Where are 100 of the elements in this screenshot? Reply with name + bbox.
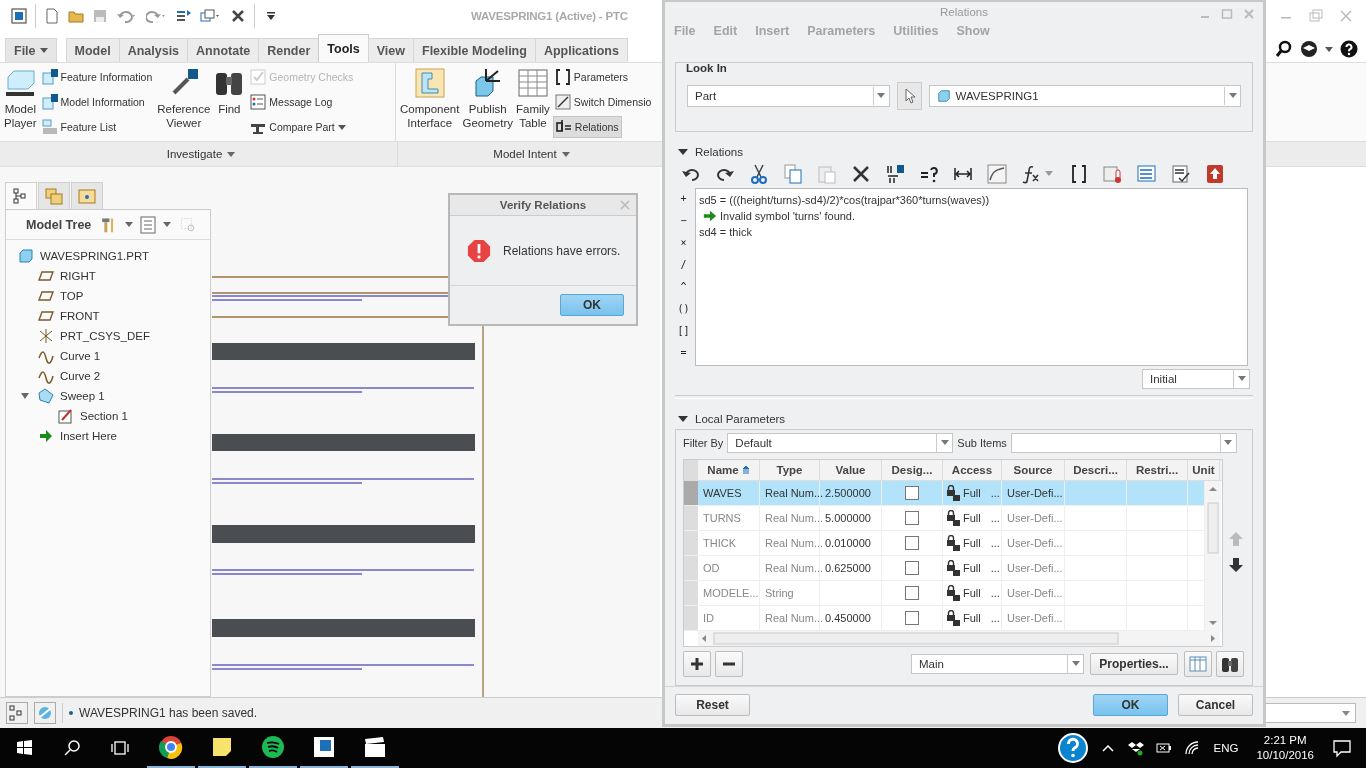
scrollbar[interactable] [1205, 480, 1221, 631]
list-icon[interactable] [1137, 163, 1157, 184]
new-file-icon[interactable] [44, 8, 60, 24]
caret-icon[interactable] [163, 222, 172, 227]
clock[interactable]: 2:21 PM 10/10/2016 [1256, 733, 1314, 763]
ribbon-command[interactable]: Parameters [552, 66, 631, 88]
operator-button[interactable]: ^ [675, 276, 692, 297]
checklist-icon[interactable] [1171, 163, 1191, 184]
operator-button[interactable]: [] [675, 320, 692, 341]
remove-button[interactable] [715, 650, 743, 677]
mode-dropdown[interactable]: Initial [1142, 368, 1250, 389]
tree-item[interactable]: RIGHT [6, 266, 210, 286]
upload-icon[interactable] [1205, 163, 1225, 184]
table-row[interactable]: WAVES Real Num... 2.500000 Full ... User-Defi... [684, 480, 1205, 506]
wifi-icon[interactable] [1183, 740, 1200, 756]
more-button[interactable]: ... [990, 511, 1000, 524]
expander-icon[interactable] [678, 146, 688, 157]
ribbon-tab[interactable]: Analysis [118, 38, 189, 62]
more-button[interactable]: ... [990, 486, 1000, 499]
checkbox[interactable] [905, 535, 919, 550]
tree-item[interactable]: Insert Here [6, 426, 210, 446]
ribbon-command[interactable]: Find [212, 66, 247, 141]
ribbon-command[interactable]: Switch Dimensio [552, 91, 654, 113]
relations-editor[interactable]: sd5 = (((height/turns)-sd4)/2)*cos(trajpar*360*turns(waves)) Invalid symbol 'turns' found. sd4 = thick [695, 187, 1248, 366]
ribbon-tab[interactable]: Annotate [187, 38, 260, 62]
operator-button[interactable]: − [675, 210, 692, 231]
ribbon-tab[interactable]: Flexible Modeling [413, 38, 536, 62]
reset-button[interactable]: Reset [675, 694, 750, 717]
ribbon-command[interactable]: Model Information [39, 91, 147, 113]
checkbox[interactable] [905, 560, 919, 575]
more-button[interactable]: ... [990, 611, 1000, 624]
ribbon-command[interactable]: Publish Geometry [461, 66, 514, 141]
close-window-icon[interactable] [230, 8, 246, 24]
checkbox[interactable] [905, 610, 919, 625]
notification-icon[interactable] [1332, 738, 1352, 758]
column-header[interactable]: Access [943, 459, 1002, 480]
panel-tab[interactable] [5, 182, 37, 209]
object-dropdown[interactable]: WAVESPRING1 [929, 84, 1241, 107]
ok-button[interactable]: OK [560, 294, 624, 316]
find-button[interactable] [1216, 650, 1244, 677]
column-header[interactable]: Restri... [1127, 459, 1188, 480]
app-icon[interactable] [11, 8, 27, 24]
ribbon-command[interactable]: Message Log [248, 91, 335, 113]
properties-button[interactable]: Properties... [1090, 652, 1178, 675]
delete-icon[interactable] [851, 163, 871, 184]
column-header[interactable]: Name [698, 459, 760, 480]
regenerate-icon[interactable] [176, 8, 192, 24]
dimension-info-icon[interactable] [885, 163, 905, 184]
tree-item[interactable]: FRONT [6, 306, 210, 326]
graph-icon[interactable] [987, 163, 1007, 184]
ribbon-command[interactable]: Reference Viewer [156, 66, 212, 141]
tree-icon[interactable] [6, 702, 28, 724]
tree-item[interactable]: Curve 1 [6, 346, 210, 366]
checkbox[interactable] [905, 585, 919, 600]
windows-icon[interactable] [200, 8, 222, 24]
ribbon-command[interactable]: Model Player [3, 66, 38, 141]
down-arrow-icon[interactable] [1228, 556, 1244, 573]
group-label[interactable]: Model Intent [493, 148, 570, 160]
group-label[interactable]: Investigate [166, 148, 236, 160]
help-icon[interactable] [1057, 733, 1088, 763]
graduation-cap-icon[interactable] [1300, 40, 1318, 58]
battery-icon[interactable] [1155, 740, 1172, 756]
box-icon[interactable] [1127, 740, 1144, 756]
ok-button[interactable]: OK [1093, 694, 1168, 717]
view-dropdown[interactable]: Main [911, 653, 1084, 674]
tree-item[interactable]: Sweep 1 [6, 386, 210, 406]
select-button[interactable] [896, 81, 923, 110]
table-row[interactable]: MODELE... String Full ... User-Defi... [684, 580, 1205, 606]
ribbon-command[interactable]: Component Interface [399, 66, 461, 141]
more-button[interactable]: ... [990, 561, 1000, 574]
checkbox[interactable] [905, 510, 919, 525]
type-dropdown[interactable]: Part [687, 84, 890, 107]
column-header[interactable]: Type [760, 459, 820, 480]
expander-icon[interactable] [678, 413, 688, 424]
ribbon-tab[interactable]: Tools [318, 34, 369, 62]
column-header[interactable]: Desig... [882, 459, 943, 480]
tree-item[interactable]: Curve 2 [6, 366, 210, 386]
table-row[interactable]: TURNS Real Num... 5.000000 Full ... User-Defi... [684, 505, 1205, 531]
scissors-icon[interactable] [749, 163, 769, 184]
brackets-icon[interactable] [1069, 163, 1089, 184]
ribbon-tab[interactable]: File [5, 38, 57, 62]
expander-icon[interactable] [20, 391, 30, 401]
operator-button[interactable]: × [675, 232, 692, 253]
caret-icon[interactable] [125, 222, 134, 227]
language-indicator[interactable]: ENG [1213, 742, 1239, 754]
ribbon-tab[interactable]: Applications [534, 38, 628, 62]
tree-item[interactable]: PRT_CSYS_DEF [6, 326, 210, 346]
more-button[interactable]: ... [990, 586, 1000, 599]
table-row[interactable]: OD Real Num... 0.625000 Full ... User-Defi... [684, 555, 1205, 581]
tree-item[interactable]: Section 1 [6, 406, 210, 426]
ribbon-command[interactable]: Compare Part [248, 116, 348, 138]
ribbon-command[interactable]: Feature Information [39, 66, 155, 88]
ribbon-tab[interactable]: Render [258, 38, 320, 62]
operator-button[interactable]: = [675, 342, 692, 363]
tree-item[interactable]: TOP [6, 286, 210, 306]
operator-button[interactable]: () [675, 298, 692, 319]
operator-button[interactable]: + [675, 188, 692, 209]
column-header[interactable]: Source [1002, 459, 1065, 480]
operator-button[interactable]: / [675, 254, 692, 275]
ribbon-tab[interactable]: Model [65, 38, 120, 62]
